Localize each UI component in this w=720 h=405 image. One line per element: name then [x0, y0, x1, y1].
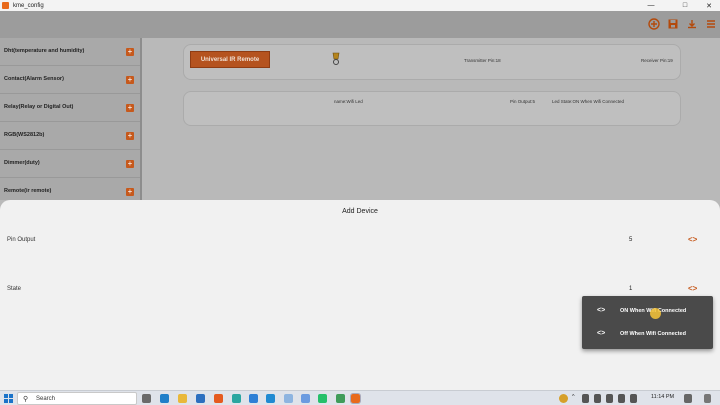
universal-ir-remote-button[interactable]: Universal IR Remote [190, 51, 270, 68]
pin-output-label: Pin Output [7, 237, 36, 243]
window-title: kme_config [13, 2, 44, 9]
ir-remote-card[interactable]: Universal IR Remote Transmitter Pin:18 R… [183, 44, 681, 80]
vlc-icon[interactable] [214, 394, 223, 403]
wifi-led-card[interactable]: name:Wifi Led Pin Output:5 Led State:ON … [183, 91, 681, 126]
state-label: State [7, 286, 22, 292]
show-desktop-icon[interactable] [704, 394, 711, 403]
sidebar-item-label: Remote(ir remote) [4, 188, 52, 194]
plus-icon[interactable]: + [126, 76, 134, 84]
menu-icon[interactable] [705, 18, 717, 30]
clock-time[interactable]: 11:14 PM [651, 394, 674, 400]
pin-output-text: Pin Output:5 [510, 99, 536, 104]
plus-icon[interactable]: + [126, 132, 134, 140]
language-icon[interactable] [630, 394, 637, 403]
search-icon: ⚲ [23, 396, 29, 403]
app-logo-icon [2, 2, 9, 9]
mail-icon[interactable] [196, 394, 205, 403]
plus-icon[interactable]: + [126, 48, 134, 56]
sidebar-item-label: Dht(temperature and humidity) [4, 48, 85, 54]
minimize-button[interactable]: — [640, 0, 662, 11]
sidebar-item-label: Relay(Relay or Digital Out) [4, 104, 74, 110]
device-type-sidebar: Dht(temperature and humidity) + Contact(… [0, 38, 142, 200]
app-icon[interactable] [249, 394, 258, 403]
add-circle-icon[interactable] [648, 18, 660, 30]
app-toolbar [0, 11, 720, 38]
app-icon[interactable] [232, 394, 241, 403]
state-options-menu: <> ON When Wifi Connected <> Off When Wi… [582, 296, 713, 349]
state-selector-icon[interactable]: <> [688, 284, 697, 293]
menu-item-on-when-wifi-connected[interactable]: <> ON When Wifi Connected [582, 300, 713, 322]
task-view-icon[interactable] [142, 394, 151, 403]
vscode-icon[interactable] [266, 394, 275, 403]
volume-icon[interactable] [618, 394, 625, 403]
edge-browser-icon[interactable] [160, 394, 169, 403]
sidebar-item-label: Dimmer(duty) [4, 160, 40, 166]
microphone-icon[interactable] [606, 394, 613, 403]
tray-chevron-icon[interactable]: ^ [572, 394, 575, 400]
chrome-icon[interactable] [336, 394, 345, 403]
bulb-icon [332, 52, 340, 66]
sidebar-item-label: RGB(WS2812b) [4, 132, 45, 138]
transmitter-pin-text: Transmitter Pin:18 [464, 58, 501, 63]
maximize-button[interactable]: □ [674, 0, 696, 11]
plus-icon[interactable]: + [126, 188, 134, 196]
download-icon[interactable] [686, 18, 698, 30]
plus-icon[interactable]: + [126, 160, 134, 168]
mouse-cursor-highlight [650, 308, 661, 319]
notification-icon[interactable] [684, 394, 692, 403]
state-value: 1 [629, 286, 633, 292]
plus-icon[interactable]: + [126, 104, 134, 112]
add-device-sheet: Add Device Pin Output 5 <> State 1 <> [0, 200, 720, 390]
file-explorer-icon[interactable] [178, 394, 187, 403]
network-icon[interactable] [594, 394, 601, 403]
sidebar-item-relay[interactable]: Relay(Relay or Digital Out) + [0, 94, 140, 122]
app-icon[interactable] [284, 394, 293, 403]
sidebar-item-rgb[interactable]: RGB(WS2812b) + [0, 122, 140, 150]
led-state-text: Led State:ON When Wifi Connected [552, 99, 625, 104]
kme-config-taskbar-icon[interactable] [350, 393, 361, 404]
windows-start-icon[interactable] [4, 394, 13, 403]
receiver-pin-text: Receiver Pin:19 [641, 58, 673, 63]
windows-taskbar: ⚲ Search ^ 11:14 PM [0, 390, 720, 405]
sidebar-item-remote[interactable]: Remote(ir remote) + [0, 178, 140, 200]
search-placeholder: Search [36, 396, 56, 402]
pin-output-value: 5 [629, 237, 633, 243]
taskbar-search-input[interactable]: ⚲ Search [17, 392, 137, 405]
pin-output-selector-icon[interactable]: <> [688, 235, 697, 244]
app-icon[interactable] [301, 394, 310, 403]
window-titlebar: kme_config — □ ✕ [0, 0, 720, 11]
sheet-title: Add Device [342, 208, 378, 215]
whatsapp-icon[interactable] [318, 394, 327, 403]
sidebar-item-dht[interactable]: Dht(temperature and humidity) + [0, 38, 140, 66]
sidebar-item-contact[interactable]: Contact(Alarm Sensor) + [0, 66, 140, 94]
tray-app-icon[interactable] [559, 394, 568, 403]
menu-item-label: Off When Wifi Connected [620, 331, 686, 337]
sidebar-item-label: Contact(Alarm Sensor) [4, 76, 64, 82]
code-arrows-icon: <> [597, 307, 606, 314]
save-icon[interactable] [667, 18, 679, 30]
battery-icon[interactable] [582, 394, 589, 403]
sidebar-item-dimmer[interactable]: Dimmer(duty) + [0, 150, 140, 178]
menu-item-off-when-wifi-connected[interactable]: <> Off When Wifi Connected [582, 323, 713, 345]
code-arrows-icon: <> [597, 330, 606, 337]
device-name-text: name:Wifi Led [334, 99, 363, 104]
close-window-button[interactable]: ✕ [698, 0, 720, 11]
